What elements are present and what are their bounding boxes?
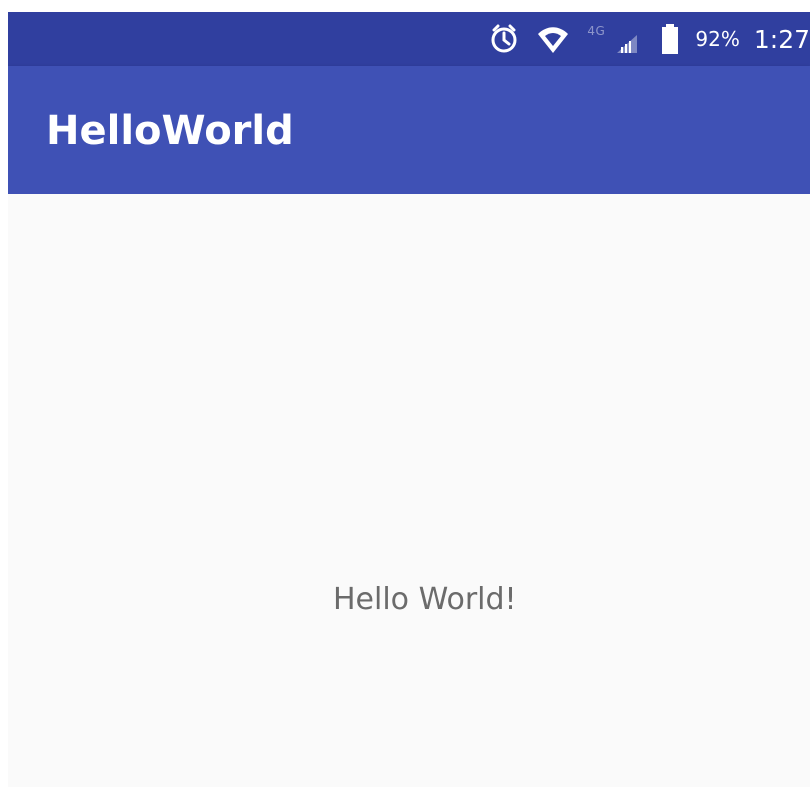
status-icons-group: 4G 92% 1:27 — [487, 12, 810, 66]
wifi-icon — [535, 22, 571, 56]
mobile-data-indicator: 4G — [585, 22, 645, 56]
battery-percentage: 92% — [695, 27, 740, 51]
status-time: 1:27 — [753, 24, 810, 54]
app-toolbar: HelloWorld — [8, 66, 810, 194]
signal-icon — [617, 35, 638, 53]
battery-icon — [659, 22, 681, 56]
android-app-screen: 4G 92% 1:27 HelloWorld Hello World! — [8, 12, 810, 787]
app-title: HelloWorld — [46, 108, 294, 154]
hello-world-text: Hello World! — [333, 582, 517, 617]
screenshot-frame: 4G 92% 1:27 HelloWorld Hello World! — [0, 0, 810, 787]
network-label: 4G — [587, 24, 606, 38]
status-bar: 4G 92% 1:27 — [8, 12, 810, 66]
main-content — [8, 194, 810, 787]
alarm-icon — [487, 22, 521, 56]
